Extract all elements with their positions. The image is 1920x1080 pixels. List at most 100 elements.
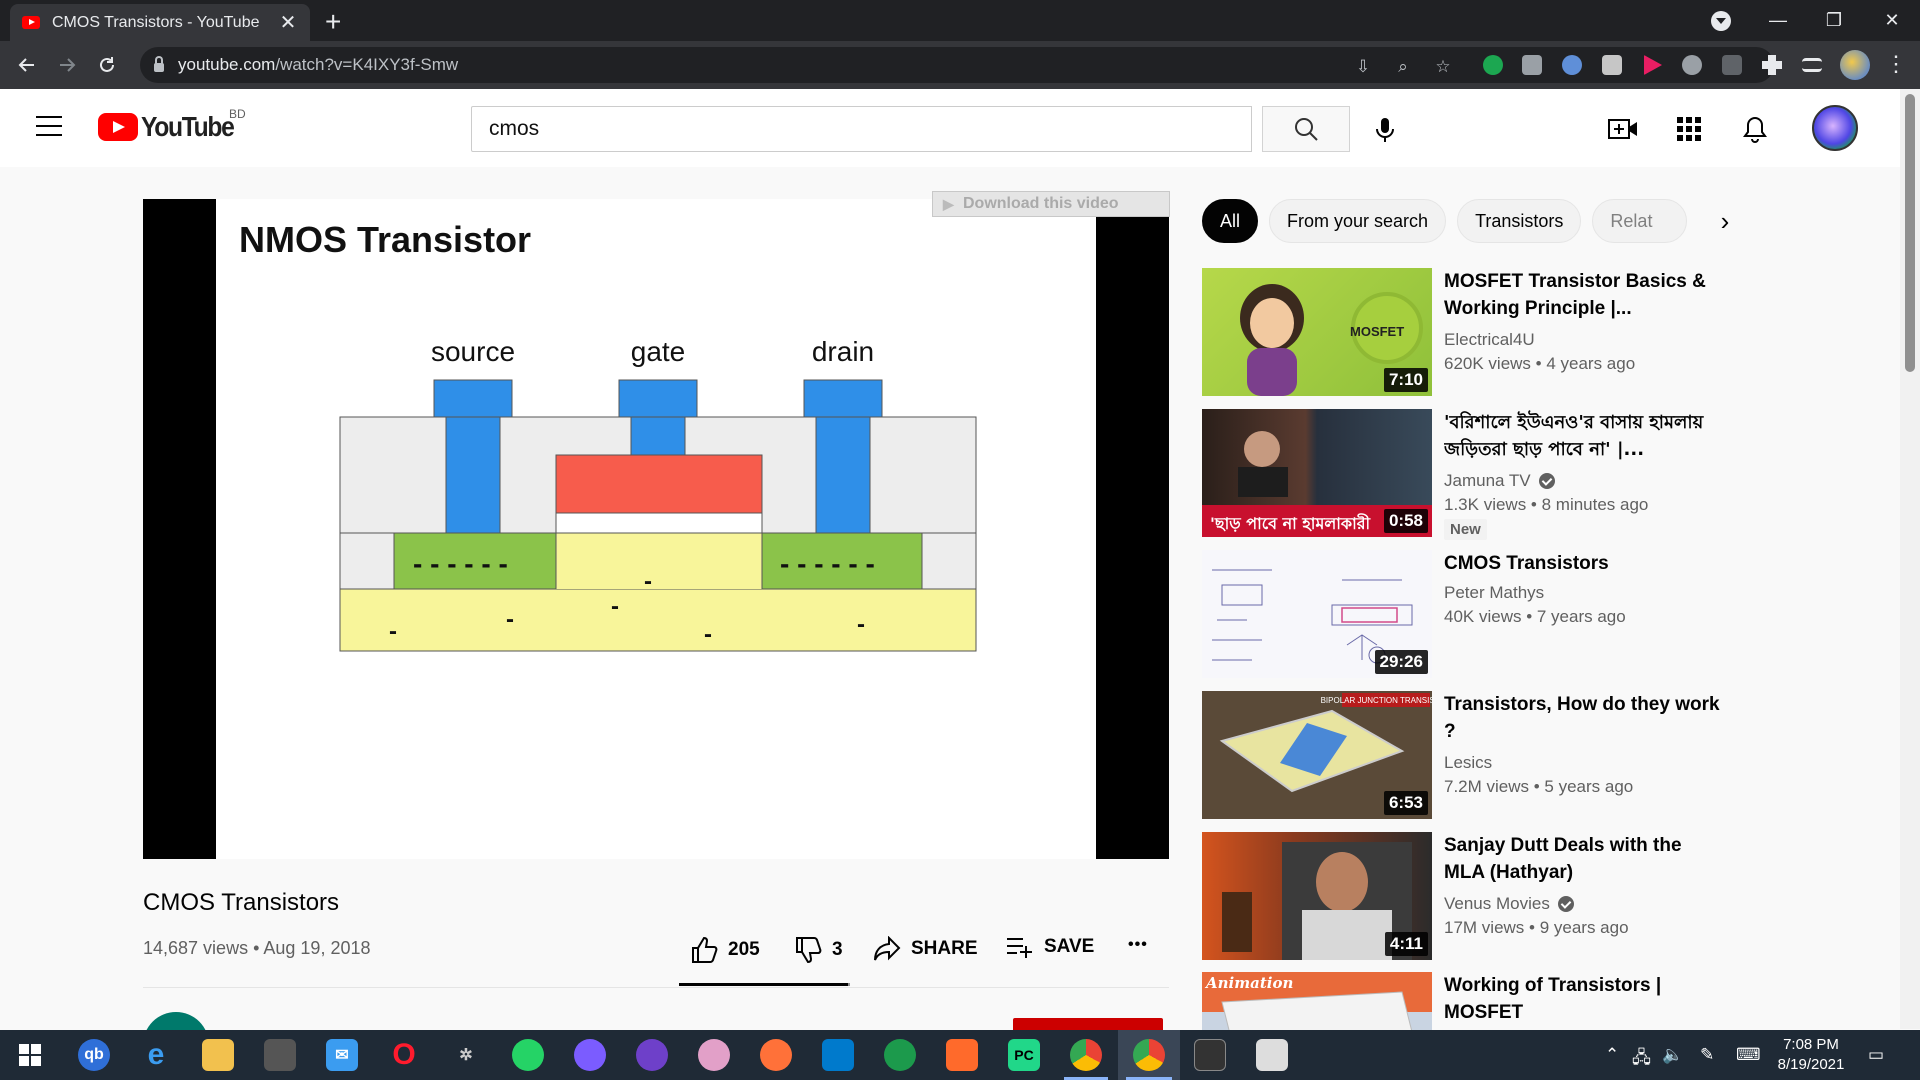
back-button[interactable] (9, 47, 45, 83)
recommendation-item[interactable]: 4:11 Sanjay Dutt Deals with the MLA (Hat… (1202, 832, 1722, 960)
app-icon[interactable] (884, 1039, 916, 1071)
new-tab-button[interactable]: + (325, 6, 341, 38)
github-icon[interactable] (636, 1039, 668, 1071)
messenger-icon[interactable] (574, 1039, 606, 1071)
new-badge: New (1444, 519, 1487, 540)
subscribe-button[interactable] (1013, 1018, 1163, 1030)
vscode-icon[interactable] (822, 1039, 854, 1071)
forward-button[interactable] (49, 47, 85, 83)
recommendation-title[interactable]: Sanjay Dutt Deals with the MLA (Hathyar) (1444, 832, 1722, 886)
like-button[interactable]: 205 (690, 936, 760, 964)
satellite-app-icon[interactable]: ✲ (450, 1039, 482, 1071)
chevron-up-icon[interactable]: ⌃ (1605, 1045, 1619, 1065)
tab-close-button[interactable]: ✕ (278, 10, 298, 35)
paint-app-icon[interactable] (698, 1039, 730, 1071)
video-thumbnail[interactable]: 'ছাড় পাবে না হামলাকারী 0:58 (1202, 409, 1432, 537)
opera-icon[interactable]: O (388, 1038, 420, 1071)
scrollbar-thumb[interactable] (1905, 94, 1915, 372)
download-video-banner[interactable]: Download this video (932, 191, 1170, 217)
create-video-button[interactable] (1607, 113, 1639, 145)
recommendation-title[interactable]: Transistors, How do they work ? (1444, 691, 1722, 745)
app-icon[interactable] (946, 1039, 978, 1071)
video-thumbnail[interactable]: 29:26 (1202, 550, 1432, 678)
recommendation-title[interactable]: CMOS Transistors (1444, 550, 1722, 577)
recommendation-item[interactable]: 'ছাড় পাবে না হামলাকারী 0:58 'বরিশালে ইউ… (1202, 409, 1722, 540)
video-thumbnail[interactable]: Animation (1202, 972, 1432, 1030)
pen-icon[interactable]: ✎ (1700, 1045, 1714, 1065)
mail-icon[interactable]: ✉ (326, 1039, 358, 1071)
browser-profile-avatar[interactable] (1840, 50, 1870, 80)
apps-button[interactable] (1673, 113, 1705, 145)
system-clock[interactable]: 7:08 PM 8/19/2021 (1766, 1035, 1856, 1075)
bookmark-star-icon[interactable]: ☆ (1433, 57, 1453, 77)
close-window-button[interactable]: ✕ (1864, 0, 1920, 41)
minimize-button[interactable]: — (1750, 0, 1806, 41)
youtube-logo[interactable]: YouTube BD (98, 107, 246, 143)
reload-button[interactable] (89, 47, 125, 83)
chip-transistors[interactable]: Transistors (1457, 199, 1582, 243)
notifications-button[interactable] (1739, 113, 1771, 145)
recommendation-item[interactable]: Animation Working of Transistors | MOSFE… (1202, 972, 1722, 1030)
network-icon[interactable]: 🖧 (1632, 1045, 1651, 1074)
whatsapp-icon[interactable] (512, 1039, 544, 1071)
reading-list-icon[interactable] (1802, 58, 1822, 72)
recommendation-item[interactable]: 29:26 CMOS Transistors Peter Mathys 40K … (1202, 550, 1722, 678)
chip-all[interactable]: All (1202, 199, 1259, 243)
recommendation-title[interactable]: 'বরিশালে ইউএনও'র বাসায় হামলায় জড়িতরা … (1444, 409, 1722, 463)
chip-from-your-search[interactable]: From your search (1269, 199, 1447, 243)
qbittorrent-icon[interactable]: qb (78, 1039, 110, 1071)
tab-search-icon[interactable] (1711, 11, 1731, 31)
chevron-right-icon[interactable]: › (1703, 199, 1747, 243)
video-thumbnail[interactable]: BIPOLAR JUNCTION TRANSISTOR 6:53 (1202, 691, 1432, 819)
terminal-icon[interactable] (1194, 1039, 1226, 1071)
dislike-button[interactable]: 3 (794, 936, 843, 964)
video-thumbnail[interactable]: MOSFET 7:10 (1202, 268, 1432, 396)
windows-start-icon[interactable] (14, 1039, 46, 1071)
hamburger-menu-icon[interactable] (36, 116, 62, 136)
zoom-icon[interactable]: ⌕ (1393, 57, 1413, 77)
channel-name[interactable]: Venus Movies (1444, 894, 1574, 914)
edge-icon[interactable]: e (140, 1038, 172, 1071)
app-icon[interactable] (1256, 1039, 1288, 1071)
channel-name[interactable]: Jamuna TV (1444, 471, 1555, 491)
channel-name[interactable]: Lesics (1444, 753, 1492, 773)
grammarly-extension-icon[interactable] (1483, 55, 1503, 75)
maximize-button[interactable]: ❐ (1806, 0, 1862, 41)
channel-name[interactable]: Electrical4U (1444, 330, 1535, 350)
user-avatar[interactable] (1812, 105, 1858, 151)
free-carrier: - (704, 621, 712, 648)
recommendation-item[interactable]: MOSFET 7:10 MOSFET Transistor Basics & W… (1202, 268, 1722, 396)
recommendation-title[interactable]: MOSFET Transistor Basics & Working Princ… (1444, 268, 1722, 322)
install-app-icon[interactable]: ⇩ (1353, 57, 1373, 77)
chrome-icon[interactable] (1133, 1039, 1165, 1071)
share-button[interactable]: SHARE (873, 936, 978, 962)
url-text: youtube.com/watch?v=K4IXY3f-Smw (178, 55, 459, 74)
extension-icon[interactable] (1722, 55, 1742, 75)
browser-tab[interactable]: CMOS Transistors - YouTube ✕ (10, 4, 310, 41)
browser-menu-icon[interactable]: ⋮ (1885, 51, 1907, 77)
file-explorer-icon[interactable] (202, 1039, 234, 1071)
notification-center-icon[interactable]: ▭ (1868, 1045, 1884, 1065)
windows-taskbar: qb e ✉ O ✲ PC ⌃ 🖧 🔈 ✎ ⌨ 7:08 PM 8/19/202… (0, 1030, 1920, 1080)
save-button[interactable]: SAVE (1006, 936, 1094, 958)
video-thumbnail[interactable]: 4:11 (1202, 832, 1432, 960)
recommendation-item[interactable]: BIPOLAR JUNCTION TRANSISTOR 6:53 Transis… (1202, 691, 1722, 819)
volume-icon[interactable]: 🔈 (1662, 1045, 1683, 1065)
channel-name[interactable]: Peter Mathys (1444, 583, 1544, 603)
camera-extension-icon[interactable] (1522, 55, 1542, 75)
search-input[interactable]: cmos (471, 106, 1252, 152)
firefox-icon[interactable] (760, 1039, 792, 1071)
chrome-icon[interactable] (1070, 1039, 1102, 1071)
recommendation-title[interactable]: Working of Transistors | MOSFET (1444, 972, 1722, 1026)
keyboard-icon[interactable]: ⌨ (1736, 1045, 1761, 1065)
download-extension-icon[interactable] (1682, 55, 1702, 75)
extension-icon[interactable] (1602, 55, 1622, 75)
more-actions-button[interactable]: ••• (1128, 936, 1148, 954)
store-icon[interactable] (264, 1039, 296, 1071)
extension-icon[interactable] (1562, 55, 1582, 75)
search-button[interactable] (1262, 106, 1350, 152)
voice-search-button[interactable] (1365, 110, 1405, 150)
video-player[interactable]: NMOS Transistor source gate drain - - - … (143, 199, 1169, 859)
pycharm-icon[interactable]: PC (1008, 1039, 1040, 1071)
chip-related[interactable]: Relat (1592, 199, 1688, 243)
